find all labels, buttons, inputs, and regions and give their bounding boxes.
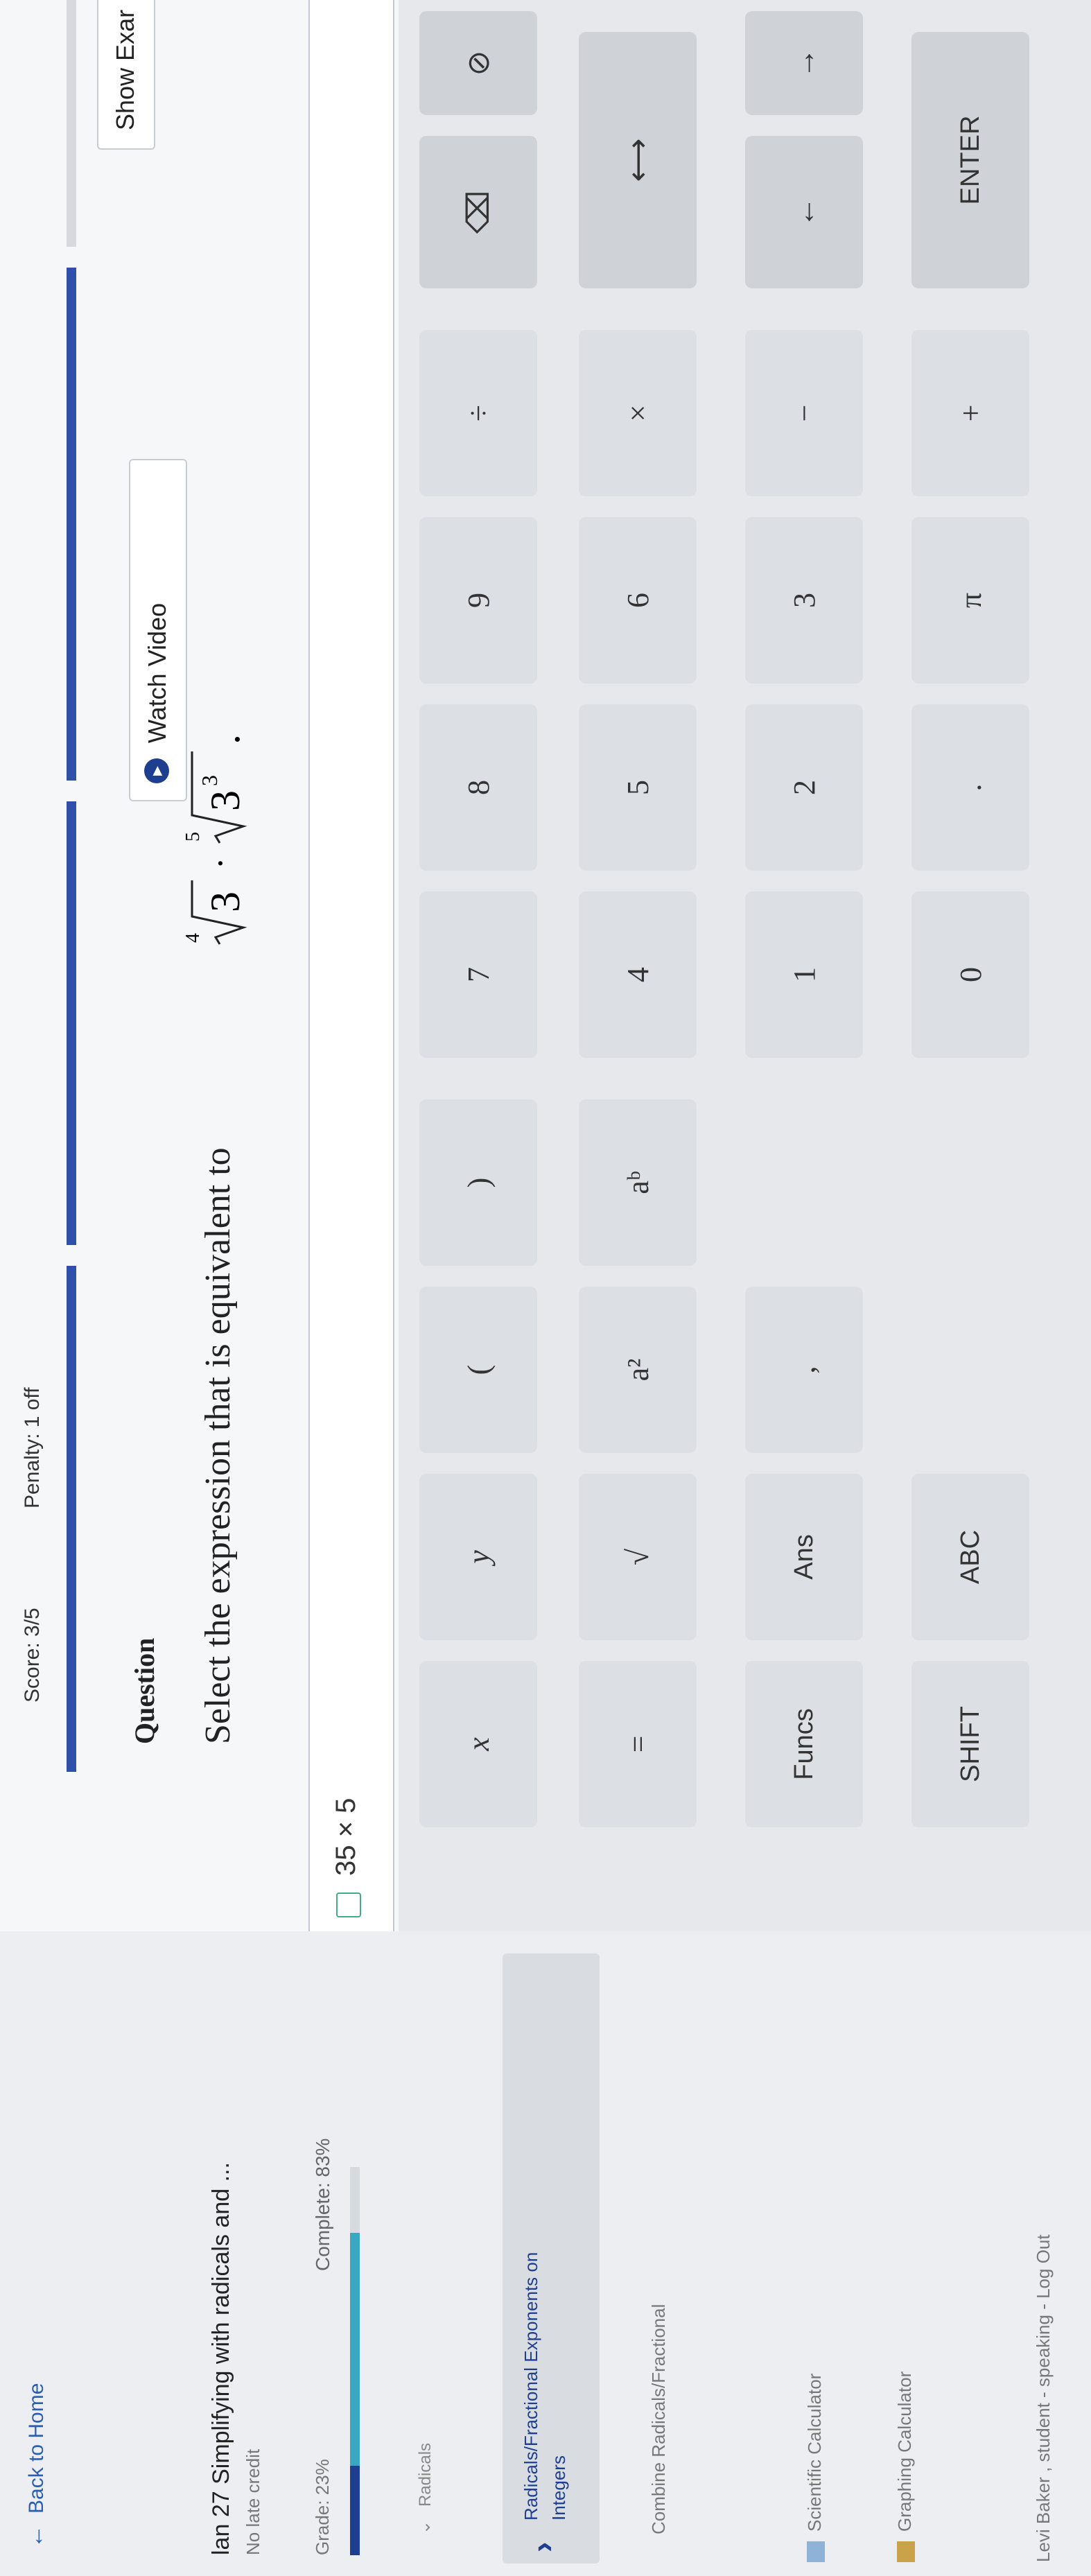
key-8[interactable]: 8 (419, 704, 537, 871)
key-minus[interactable]: − (745, 330, 863, 496)
sidebar: ← Back to Home lan 27 Simplifying with r… (0, 1931, 1091, 2576)
math-keypad: x y () 7 8 9 ÷ ⌫ ⊘ = √ a² aᵇ 4 5 6 × ⟷ Funcs Ans, 1 2 3 − ← → SHIF… (399, 0, 1091, 1931)
arrow-right-icon[interactable]: → (745, 11, 863, 115)
period: . (202, 734, 248, 745)
backspace-icon[interactable]: ⌫ (419, 136, 537, 288)
enter-button[interactable]: ENTER (911, 32, 1029, 288)
watch-video-label: Watch Video (143, 602, 171, 743)
key-1[interactable]: 1 (745, 891, 863, 1058)
question-progress-segment (67, 1266, 76, 1772)
dot-operator: · (201, 858, 241, 869)
chevron-right-icon: › (524, 2541, 560, 2552)
key-funcs[interactable]: Funcs (745, 1661, 863, 1827)
key-3[interactable]: 3 (745, 517, 863, 684)
key-y[interactable]: y (419, 1474, 537, 1640)
key-2[interactable]: 2 (745, 704, 863, 871)
assignment-title: lan 27 Simplifying with radicals and ... (208, 2162, 234, 2555)
tool-label: Scientific Calculator (804, 2373, 825, 2532)
radical-index-2: 5 (182, 832, 204, 842)
score-label: Score: 3/5 (21, 1608, 44, 1703)
sqrt-icon[interactable]: √ (579, 1474, 697, 1640)
swap-arrows-icon[interactable]: ⟷ (579, 32, 697, 288)
show-example-label: Show Exar (111, 9, 139, 130)
key-open-paren[interactable]: ( (419, 1287, 537, 1453)
question-expression: 4 3 · 5 3 3 . (182, 734, 248, 945)
clear-icon[interactable]: ⊘ (419, 11, 537, 115)
key-x[interactable]: x (419, 1661, 537, 1827)
sidebar-item-combine-radicals[interactable]: Combine Radicals/Fractional (648, 2304, 670, 2534)
question-progress-segment (67, 801, 76, 1245)
keyboard-icon[interactable] (336, 1892, 361, 1917)
key-decimal[interactable]: . (911, 704, 1029, 871)
late-credit-note: No late credit (243, 2448, 263, 2555)
key-abc[interactable]: ABC (911, 1474, 1029, 1640)
question-prompt: Select the expression that is equivalent… (198, 1147, 238, 1744)
sidebar-item-radicals[interactable]: Radicals (416, 2443, 435, 2507)
penalty-label: Penalty: 1 off (21, 1387, 44, 1508)
key-4[interactable]: 4 (579, 891, 697, 1058)
answer-input[interactable]: 35 × 5 (308, 0, 394, 1931)
exponent-2: 3 (197, 775, 222, 786)
key-6[interactable]: 6 (579, 517, 697, 684)
key-7[interactable]: 7 (419, 891, 537, 1058)
radical-index-1: 4 (182, 933, 204, 943)
key-equals[interactable]: = (579, 1661, 697, 1827)
grade-progress-fill (350, 2466, 360, 2555)
answer-value: 35 × 5 (331, 1798, 361, 1876)
radicand-2: 3 (202, 790, 248, 811)
scientific-calculator-link[interactable]: Scientific Calculator (804, 2374, 826, 2562)
key-divide[interactable]: ÷ (419, 330, 537, 496)
tool-label: Graphing Calculator (894, 2371, 915, 2532)
back-to-home-link[interactable]: Back to Home (25, 2383, 49, 2514)
key-square[interactable]: a² (579, 1287, 697, 1453)
progress-bar (350, 2167, 360, 2555)
complete-label: Complete: 83% (312, 2138, 333, 2271)
active-topic-line1: Radicals/Fractional Exponents on (521, 2252, 541, 2521)
active-topic-line2: Integers (548, 2455, 569, 2521)
question-progress-segment (67, 268, 76, 781)
question-heading: Question (129, 1637, 160, 1744)
key-comma[interactable]: , (745, 1287, 863, 1453)
key-9[interactable]: 9 (419, 517, 537, 684)
key-5[interactable]: 5 (579, 704, 697, 871)
back-arrow-icon[interactable]: ← (22, 2525, 49, 2548)
key-ans[interactable]: Ans (745, 1474, 863, 1640)
graphing-calculator-link[interactable]: Graphing Calculator (894, 2372, 916, 2562)
key-multiply[interactable]: × (579, 330, 697, 496)
radicand-1: 3 (202, 891, 248, 912)
play-icon: ▶ (144, 758, 169, 783)
key-close-paren[interactable]: ) (419, 1099, 537, 1266)
sidebar-item-active-topic[interactable]: › Radicals/Fractional Exponents on Integ… (503, 1953, 600, 2564)
key-plus[interactable]: + (911, 330, 1029, 496)
key-0[interactable]: 0 (911, 891, 1029, 1058)
footer-user[interactable]: Levi Baker , student - speaking - Log Ou… (1033, 2234, 1054, 2562)
calculator-icon (807, 2541, 826, 2562)
key-power[interactable]: aᵇ (579, 1099, 697, 1266)
show-example-button[interactable]: Show Exar (97, 0, 155, 150)
main-panel: Score: 3/5 Penalty: 1 off ▶ Watch Video … (0, 0, 1091, 1931)
graph-icon (897, 2541, 916, 2562)
chevron-down-icon: ⌄ (415, 2520, 434, 2534)
key-shift[interactable]: SHIFT (911, 1661, 1029, 1827)
key-pi[interactable]: π (911, 517, 1029, 684)
grade-label: Grade: 23% (312, 2459, 333, 2555)
question-progress-segment (67, 0, 76, 247)
arrow-left-icon[interactable]: ← (745, 136, 863, 288)
